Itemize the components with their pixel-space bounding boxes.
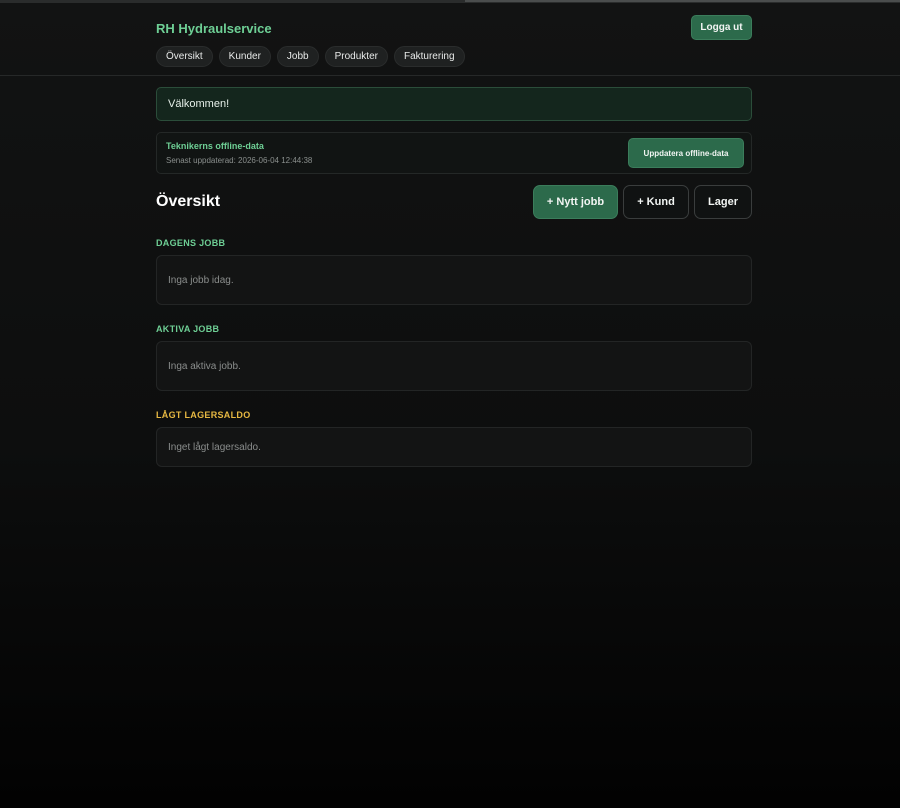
nav-item-jobb[interactable]: Jobb	[276, 46, 319, 67]
offline-data-title: Teknikerns offline-data	[166, 141, 264, 151]
nav-item-kunder[interactable]: Kunder	[218, 46, 271, 67]
nav-item-oversikt[interactable]: Översikt	[156, 46, 213, 67]
offline-data-timestamp: Senast uppdaterad: 2026-06-04 12:44:38	[166, 156, 313, 165]
section-heading-active-jobs: AKTIVA JOBB	[156, 324, 220, 334]
page-title: Översikt	[156, 193, 221, 210]
logout-button[interactable]: Logga ut	[691, 15, 752, 40]
update-offline-data-button[interactable]: Uppdatera offline-data	[628, 138, 744, 168]
offline-data-card: Teknikerns offline-data Senast uppdatera…	[156, 132, 752, 174]
nav-item-produkter[interactable]: Produkter	[324, 46, 388, 67]
low-stock-empty: Inget lågt lagersaldo.	[156, 427, 752, 467]
stock-button[interactable]: Lager	[694, 185, 752, 219]
active-jobs-empty: Inga aktiva jobb.	[156, 341, 752, 391]
section-heading-low-stock: LÅGT LAGERSALDO	[156, 410, 251, 420]
add-customer-button[interactable]: + Kund	[623, 185, 689, 219]
welcome-banner: Välkommen!	[156, 87, 752, 121]
todays-jobs-empty: Inga jobb idag.	[156, 255, 752, 305]
new-job-button[interactable]: + Nytt jobb	[533, 185, 618, 219]
brand-title: RH Hydraulservice	[156, 21, 272, 36]
section-heading-todays-jobs: DAGENS JOBB	[156, 238, 226, 248]
nav-item-fakturering[interactable]: Fakturering	[393, 46, 465, 67]
main-nav: Översikt Kunder Jobb Produkter Faktureri…	[156, 46, 465, 67]
app-header: RH Hydraulservice Logga ut Översikt Kund…	[0, 3, 900, 76]
